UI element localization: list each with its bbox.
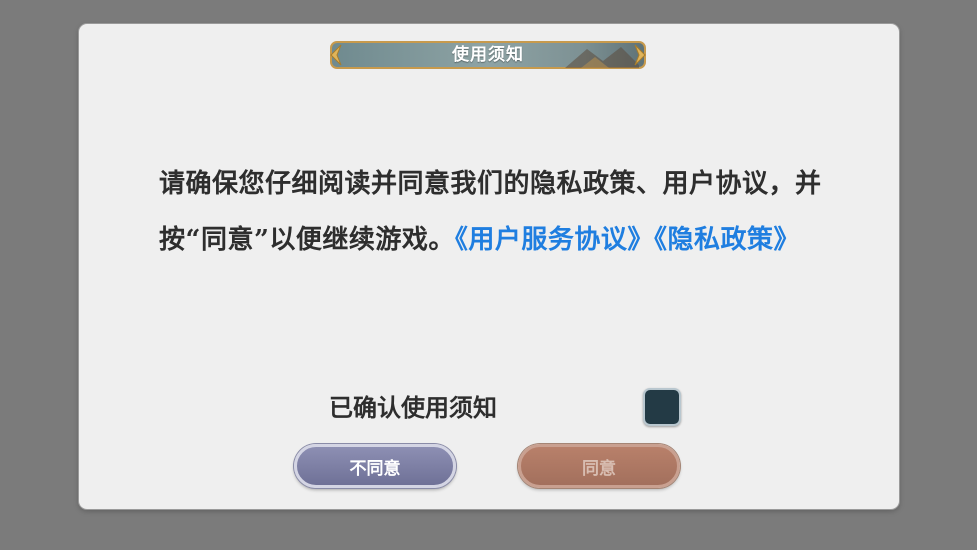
- user-agreement-link[interactable]: 《用户服务协议》: [455, 225, 654, 255]
- notice-dialog: 使用须知 请确保您仔细阅读并同意我们的隐私政策、用户协议，并按“同意”以便继续游…: [79, 24, 899, 509]
- privacy-policy-link[interactable]: 《隐私政策》: [654, 225, 800, 255]
- confirm-label: 已确认使用须知: [329, 393, 497, 422]
- confirm-checkbox[interactable]: [643, 388, 681, 426]
- notice-body: 请确保您仔细阅读并同意我们的隐私政策、用户协议，并按“同意”以便继续游戏。《用户…: [159, 156, 839, 268]
- dialog-title: 使用须知: [452, 45, 524, 65]
- disagree-button[interactable]: 不同意: [294, 444, 456, 488]
- title-banner: 使用须知: [325, 39, 651, 71]
- agree-button[interactable]: 同意: [518, 444, 680, 488]
